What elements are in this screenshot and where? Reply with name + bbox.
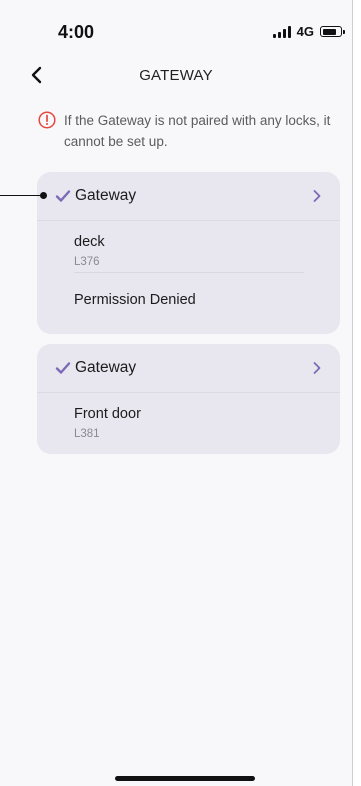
checkmark-icon	[55, 190, 71, 202]
divider	[74, 272, 304, 273]
chevron-right-icon	[313, 190, 321, 202]
gateway-header[interactable]: Gateway	[37, 172, 340, 221]
alert-circle-icon	[38, 111, 56, 129]
annotation-line	[0, 195, 44, 196]
status-indicators: 4G	[272, 24, 345, 39]
gateway-title: Gateway	[75, 187, 137, 204]
battery-icon	[320, 26, 345, 37]
gateway-card: Gateway Front door L381	[37, 344, 340, 454]
signal-icon	[272, 25, 291, 38]
page-title: GATEWAY	[139, 67, 213, 84]
notice-text: If the Gateway is not paired with any lo…	[64, 113, 331, 149]
app-screen: 4:00 4G GATEWAY If the Gateway is not pa…	[0, 0, 353, 786]
gateway-title: Gateway	[75, 359, 137, 376]
lock-item[interactable]: deck L376	[74, 234, 105, 268]
permission-status: Permission Denied	[74, 292, 196, 308]
lock-item[interactable]: Front door L381	[74, 406, 141, 440]
chevron-right-icon	[313, 362, 321, 374]
annotation-dot	[40, 192, 47, 199]
lock-id: L376	[74, 256, 100, 268]
lock-name: deck	[74, 234, 105, 250]
checkmark-icon	[55, 362, 71, 374]
status-bar: 4:00 4G	[0, 0, 352, 56]
lock-name: Front door	[74, 406, 141, 422]
gateway-header[interactable]: Gateway	[37, 344, 340, 393]
lock-id: L381	[74, 428, 100, 440]
gateway-card: Gateway deck L376 Permission Denied	[37, 172, 340, 334]
status-time: 4:00	[58, 22, 95, 42]
setup-notice: If the Gateway is not paired with any lo…	[38, 110, 338, 152]
nav-bar: GATEWAY	[0, 58, 352, 94]
home-indicator	[115, 776, 255, 781]
network-type: 4G	[296, 24, 314, 39]
